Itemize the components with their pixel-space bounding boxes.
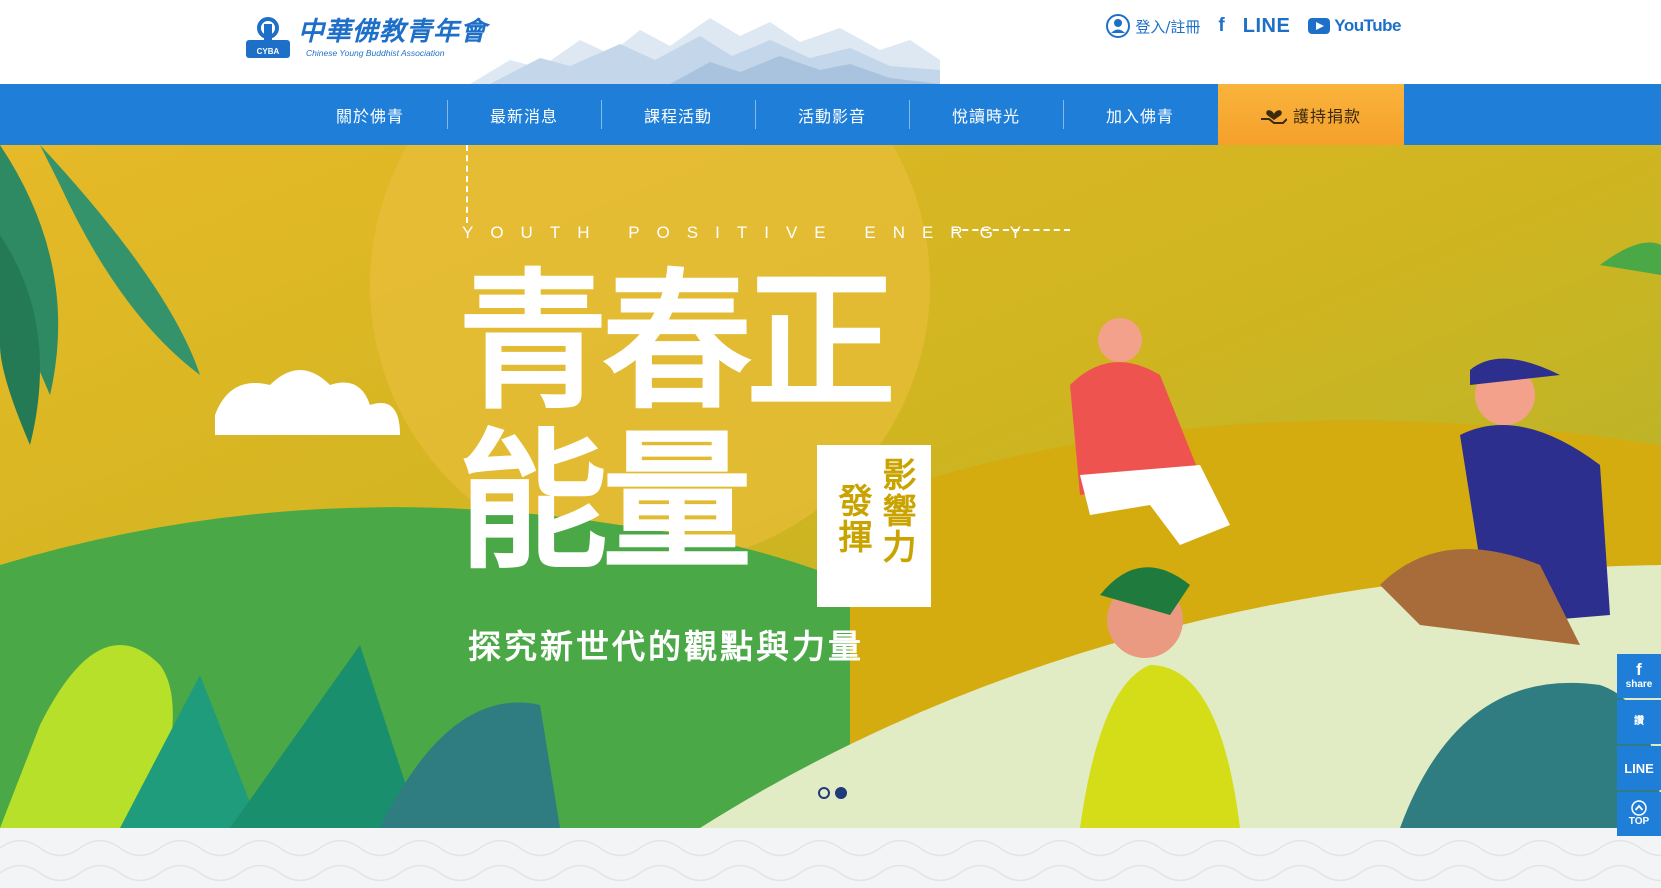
share-label: share [1625, 679, 1653, 690]
donate-label: 護持捐款 [1292, 106, 1361, 126]
facebook-like-button[interactable]: 讚 [1617, 700, 1661, 744]
wave-pattern-band [0, 828, 1661, 888]
hero-tagline: YOUTH POSITIVE ENERGY [462, 223, 1039, 242]
chevron-up-icon [1631, 800, 1647, 816]
nav-item-join[interactable]: 加入佛青 [1063, 84, 1217, 145]
youtube-play-icon [1308, 18, 1331, 34]
login-register-link[interactable]: 登入/註冊 [1106, 14, 1200, 38]
box-text-col-1: 影響力 [876, 457, 916, 565]
line-link[interactable]: LINE [1243, 15, 1291, 38]
slider-dot-1[interactable] [818, 787, 830, 799]
hero-subheading: 探究新世代的觀點與力量 [468, 627, 864, 666]
logo-badge: CYBA [257, 47, 280, 56]
hero-banner: YOUTH POSITIVE ENERGY 青春正 能量 發揮 影響力 探究新世… [0, 145, 1661, 828]
nav-item-news[interactable]: 最新消息 [447, 84, 601, 145]
heart-hand-icon [1260, 109, 1287, 124]
logo-mark-icon: CYBA [244, 16, 292, 62]
youtube-link[interactable]: YouTube [1308, 16, 1401, 36]
youtube-label: YouTube [1334, 16, 1401, 35]
nav-item-about[interactable]: 關於佛青 [293, 84, 447, 145]
decorative-dashed-line [952, 229, 1070, 231]
like-label: 讚 [1634, 716, 1644, 727]
box-text-col-2: 發揮 [832, 483, 872, 555]
decorative-dashed-line [466, 145, 468, 223]
facebook-icon: f [1636, 660, 1642, 679]
nav-item-courses[interactable]: 課程活動 [601, 84, 755, 145]
mountain-illustration [470, 18, 940, 84]
logo-title: 中華佛教青年會 [298, 17, 488, 47]
page: CYBA 中華佛教青年會 Chinese Young Buddhist Asso… [0, 0, 1661, 888]
back-to-top-button[interactable]: TOP [1617, 792, 1661, 836]
header: CYBA 中華佛教青年會 Chinese Young Buddhist Asso… [0, 0, 1661, 84]
login-label: 登入/註冊 [1135, 17, 1201, 36]
headline-line-1: 青春正 [458, 256, 896, 430]
wave-pattern [0, 839, 1661, 882]
slider-dot-2[interactable] [835, 787, 847, 799]
floating-share-bar: f share 讚 LINE TOP [1617, 654, 1661, 836]
donate-button[interactable]: 護持捐款 [1218, 84, 1404, 145]
nav-item-reading[interactable]: 悅讀時光 [909, 84, 1063, 145]
user-icon [1106, 14, 1131, 38]
line-share-button[interactable]: LINE [1617, 746, 1661, 790]
site-logo[interactable]: CYBA 中華佛教青年會 Chinese Young Buddhist Asso… [244, 16, 487, 62]
logo-subtitle: Chinese Young Buddhist Association [306, 48, 445, 58]
top-label: TOP [1628, 816, 1650, 827]
facebook-share-button[interactable]: f share [1617, 654, 1661, 698]
nav-item-media[interactable]: 活動影音 [755, 84, 909, 145]
headline-box: 發揮 影響力 [817, 445, 931, 607]
facebook-link[interactable]: f [1218, 15, 1224, 37]
main-nav: 關於佛青 最新消息 課程活動 活動影音 悅讀時光 加入佛青 護持捐款 [0, 84, 1661, 145]
slider-dots [818, 787, 847, 799]
